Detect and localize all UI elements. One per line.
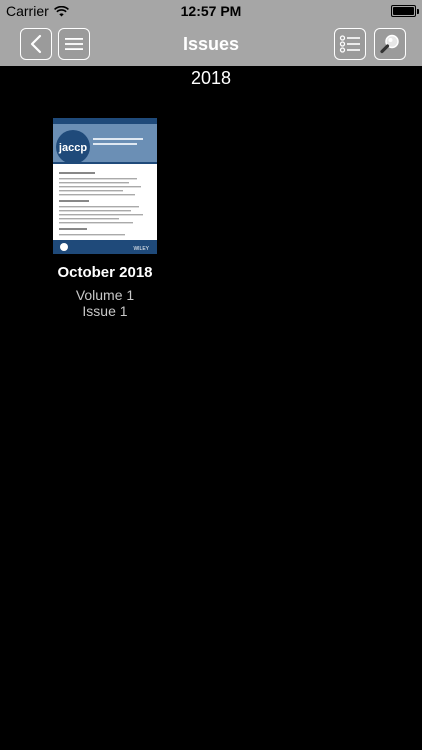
cover-logo: jaccp [58,142,87,154]
menu-button[interactable] [58,28,90,60]
list-view-button[interactable] [334,28,366,60]
back-icon [30,34,42,54]
back-button[interactable] [20,28,52,60]
issue-volume: Volume 1 [75,287,135,303]
menu-icon [65,38,83,50]
year-heading: 2018 [190,68,232,88]
cover-publisher: WILEY [133,246,149,252]
clock: 12:57 PM [180,3,242,19]
search-button[interactable] [374,28,406,60]
issue-date: October 2018 [57,264,153,281]
search-icon [380,34,399,54]
issue-number: Issue 1 [82,303,128,319]
battery-icon [391,5,419,17]
list-icon [339,35,360,53]
issue-cover[interactable]: jaccp WILEY [53,118,157,254]
battery-level [393,7,414,15]
nav-bar: Issues [0,22,422,66]
issue-card[interactable]: jaccp WILEY October 2018 Volume 1 Issue … [40,118,170,319]
status-bar: Carrier 12:57 PM [0,0,422,22]
